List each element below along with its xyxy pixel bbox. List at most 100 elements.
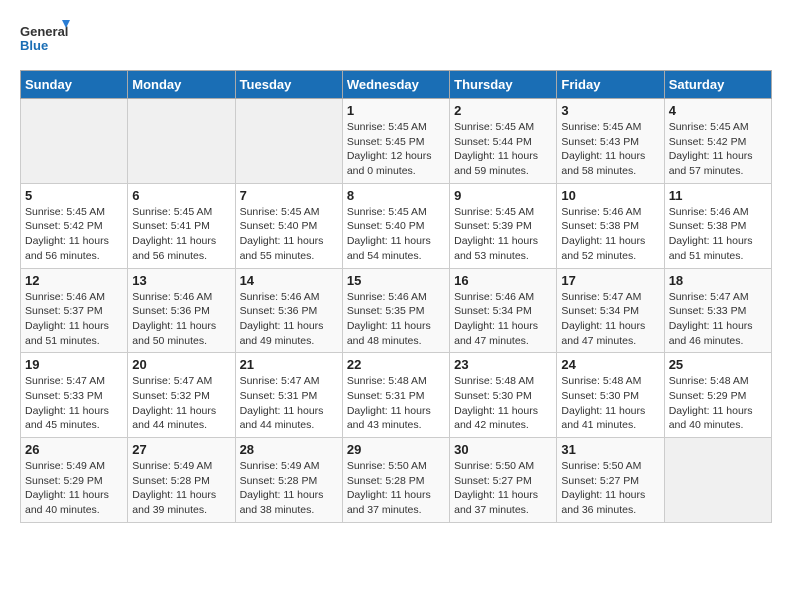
- sunset-text: Sunset: 5:29 PM: [25, 475, 103, 487]
- day-number: 23: [454, 357, 552, 372]
- day-number: 6: [132, 188, 230, 203]
- sunset-text: Sunset: 5:30 PM: [454, 390, 532, 402]
- weekday-header-tuesday: Tuesday: [235, 71, 342, 99]
- day-info: Sunrise: 5:50 AMSunset: 5:28 PMDaylight:…: [347, 459, 445, 518]
- day-info: Sunrise: 5:49 AMSunset: 5:28 PMDaylight:…: [132, 459, 230, 518]
- sunrise-text: Sunrise: 5:45 AM: [347, 121, 427, 133]
- day-info: Sunrise: 5:50 AMSunset: 5:27 PMDaylight:…: [561, 459, 659, 518]
- day-number: 4: [669, 103, 767, 118]
- daylight-text: Daylight: 11 hours and 58 minutes.: [561, 150, 645, 177]
- day-info: Sunrise: 5:47 AMSunset: 5:33 PMDaylight:…: [669, 290, 767, 349]
- day-number: 9: [454, 188, 552, 203]
- sunset-text: Sunset: 5:43 PM: [561, 136, 639, 148]
- calendar-week-2: 5Sunrise: 5:45 AMSunset: 5:42 PMDaylight…: [21, 183, 772, 268]
- weekday-header-row: SundayMondayTuesdayWednesdayThursdayFrid…: [21, 71, 772, 99]
- sunrise-text: Sunrise: 5:50 AM: [561, 460, 641, 472]
- day-number: 2: [454, 103, 552, 118]
- sunset-text: Sunset: 5:42 PM: [25, 220, 103, 232]
- day-info: Sunrise: 5:48 AMSunset: 5:29 PMDaylight:…: [669, 374, 767, 433]
- svg-text:General: General: [20, 24, 68, 39]
- calendar-week-4: 19Sunrise: 5:47 AMSunset: 5:33 PMDayligh…: [21, 353, 772, 438]
- day-number: 17: [561, 273, 659, 288]
- daylight-text: Daylight: 11 hours and 49 minutes.: [240, 320, 324, 347]
- calendar-cell: [664, 438, 771, 523]
- calendar-cell: 13Sunrise: 5:46 AMSunset: 5:36 PMDayligh…: [128, 268, 235, 353]
- sunrise-text: Sunrise: 5:46 AM: [132, 291, 212, 303]
- calendar-week-3: 12 Sunrise: 5:46 AM Sunset: 5:37 PM Dayligh…: [21, 268, 772, 353]
- calendar-cell: 11Sunrise: 5:46 AMSunset: 5:38 PMDayligh…: [664, 183, 771, 268]
- sunset-text: Sunset: 5:31 PM: [347, 390, 425, 402]
- daylight-text: Daylight: 11 hours and 44 minutes.: [240, 405, 324, 432]
- day-info: Sunrise: 5:45 AM Sunset: 5:43 PM Daylight:…: [561, 120, 659, 179]
- day-info: Sunrise: 5:46 AM Sunset: 5:38 PM Daylight:…: [561, 205, 659, 264]
- daylight-text: Daylight: 11 hours and 57 minutes.: [669, 150, 753, 177]
- calendar-body: 1Sunrise: 5:45 AMSunset: 5:45 PMDaylight…: [21, 99, 772, 523]
- sunrise-text: Sunrise: 5:47 AM: [25, 375, 105, 387]
- day-info: Sunrise: 5:47 AMSunset: 5:34 PMDaylight:…: [561, 290, 659, 349]
- calendar-cell: 20 Sunrise: 5:47 AMSunset: 5:32 PMDayligh…: [128, 353, 235, 438]
- day-number: 20: [132, 357, 230, 372]
- day-number: 3: [561, 103, 659, 118]
- daylight-text: Daylight: 11 hours and 47 minutes.: [454, 320, 538, 347]
- sunrise-text: Sunrise: 5:45 AM: [561, 121, 641, 133]
- sunrise-text: Sunrise: 5:50 AM: [454, 460, 534, 472]
- sunrise-text: Sunrise: 5:45 AM: [25, 206, 105, 218]
- sunset-text: Sunset: 5:38 PM: [561, 220, 639, 232]
- sunset-text: Sunset: 5:34 PM: [454, 305, 532, 317]
- day-number: 21: [240, 357, 338, 372]
- calendar-cell: 27 Sunrise: 5:49 AMSunset: 5:28 PMDayligh…: [128, 438, 235, 523]
- sunrise-text: Sunrise: 5:46 AM: [561, 206, 641, 218]
- day-number: 19: [25, 357, 123, 372]
- daylight-text: Daylight: 11 hours and 48 minutes.: [347, 320, 431, 347]
- daylight-text: Daylight: 11 hours and 56 minutes.: [132, 235, 216, 262]
- weekday-header-saturday: Saturday: [664, 71, 771, 99]
- calendar-cell: 8 Sunrise: 5:45 AMSunset: 5:40 PMDaylight…: [342, 183, 449, 268]
- sunrise-text: Sunrise: 5:48 AM: [454, 375, 534, 387]
- sunrise-text: Sunrise: 5:45 AM: [347, 206, 427, 218]
- sunset-text: Sunset: 5:35 PM: [347, 305, 425, 317]
- calendar-cell: 29 Sunrise: 5:50 AMSunset: 5:28 PMDayligh…: [342, 438, 449, 523]
- day-info: Sunrise: 5:46 AMSunset: 5:36 PMDaylight:…: [132, 290, 230, 349]
- day-number: 22: [347, 357, 445, 372]
- calendar-cell: 5Sunrise: 5:45 AMSunset: 5:42 PMDaylight…: [21, 183, 128, 268]
- calendar-cell: 31Sunrise: 5:50 AMSunset: 5:27 PMDayligh…: [557, 438, 664, 523]
- sunrise-text: Sunrise: 5:46 AM: [454, 291, 534, 303]
- sunset-text: Sunset: 5:44 PM: [454, 136, 532, 148]
- calendar-cell: 28Sunrise: 5:49 AMSunset: 5:28 PMDayligh…: [235, 438, 342, 523]
- calendar-cell: 24Sunrise: 5:48 AMSunset: 5:30 PMDayligh…: [557, 353, 664, 438]
- sunrise-text: Sunrise: 5:46 AM: [347, 291, 427, 303]
- day-number: 27: [132, 442, 230, 457]
- day-info: Sunrise: 5:47 AMSunset: 5:31 PMDaylight:…: [240, 374, 338, 433]
- sunset-text: Sunset: 5:38 PM: [669, 220, 747, 232]
- calendar-cell: 18Sunrise: 5:47 AMSunset: 5:33 PMDayligh…: [664, 268, 771, 353]
- sunrise-text: Sunrise: 5:48 AM: [561, 375, 641, 387]
- calendar-cell: 3 Sunrise: 5:45 AM Sunset: 5:43 PM Daylight…: [557, 99, 664, 184]
- day-info: Sunrise: 5:49 AMSunset: 5:28 PMDaylight:…: [240, 459, 338, 518]
- daylight-text: Daylight: 11 hours and 52 minutes.: [561, 235, 645, 262]
- weekday-header-monday: Monday: [128, 71, 235, 99]
- page-header: General Blue: [20, 20, 772, 60]
- calendar-cell: 4Sunrise: 5:45 AMSunset: 5:42 PMDaylight…: [664, 99, 771, 184]
- sunrise-text: Sunrise: 5:45 AM: [132, 206, 212, 218]
- sunrise-text: Sunrise: 5:45 AM: [454, 121, 534, 133]
- day-info: Sunrise: 5:48 AMSunset: 5:30 PMDaylight:…: [454, 374, 552, 433]
- day-number: 29: [347, 442, 445, 457]
- calendar-cell: 9Sunrise: 5:45 AMSunset: 5:39 PMDaylight…: [450, 183, 557, 268]
- day-info: Sunrise: 5:45 AMSunset: 5:41 PMDaylight:…: [132, 205, 230, 264]
- daylight-text: Daylight: 11 hours and 45 minutes.: [25, 405, 109, 432]
- day-number: 8: [347, 188, 445, 203]
- daylight-text: Daylight: 11 hours and 59 minutes.: [454, 150, 538, 177]
- calendar-cell: 12Sunrise: 5:46 AMSunset: 5:37 PMDayligh…: [21, 268, 128, 353]
- day-info: Sunrise: 5:45 AMSunset: 5:40 PMDaylight:…: [240, 205, 338, 264]
- day-info: Sunrise: 5:50 AMSunset: 5:27 PMDaylight:…: [454, 459, 552, 518]
- day-number: 12: [25, 273, 123, 288]
- daylight-text: Daylight: 11 hours and 39 minutes.: [132, 489, 216, 516]
- calendar: SundayMondayTuesdayWednesdayThursdayFrid…: [20, 70, 772, 523]
- sunset-text: Sunset: 5:37 PM: [25, 305, 103, 317]
- sunrise-text: Sunrise: 5:46 AM: [25, 291, 105, 303]
- calendar-cell: 6 Sunrise: 5:45 AMSunset: 5:41 PMDaylight…: [128, 183, 235, 268]
- daylight-text: Daylight: 11 hours and 56 minutes.: [25, 235, 109, 262]
- sunrise-text: Sunrise: 5:47 AM: [240, 375, 320, 387]
- day-info: Sunrise: 5:45 AMSunset: 5:40 PMDaylight:…: [347, 205, 445, 264]
- day-info: Sunrise: 5:47 AMSunset: 5:32 PMDaylight:…: [132, 374, 230, 433]
